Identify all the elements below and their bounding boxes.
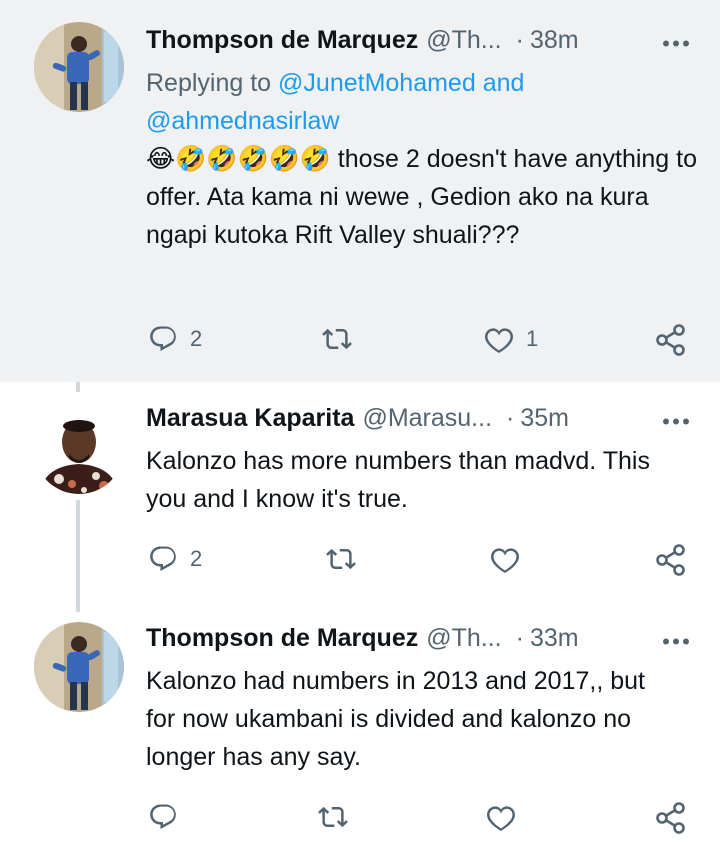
tweet-body: Replying to @JunetMohamed and @ahmednasi…	[146, 64, 702, 254]
avatar[interactable]	[34, 404, 124, 494]
share-icon	[656, 324, 685, 356]
timestamp[interactable]: 33m	[530, 624, 579, 653]
retweet-button[interactable]	[324, 544, 358, 574]
author-handle[interactable]: @Marasu...	[362, 404, 492, 433]
reply-icon	[150, 546, 176, 571]
avatar[interactable]	[34, 22, 124, 112]
reply-icon	[150, 804, 176, 829]
retweet-icon	[326, 548, 356, 570]
share-button[interactable]	[656, 324, 686, 356]
reply-count: 2	[190, 326, 203, 351]
like-count: 1	[526, 326, 539, 351]
author-handle[interactable]: @Th...	[426, 624, 501, 653]
tweet-text: Kalonzo has more numbers than madvd. Thi…	[146, 447, 650, 513]
heart-icon	[491, 548, 519, 573]
retweet-button[interactable]	[320, 324, 354, 354]
tweet-header: Thompson de Marquez @Th... · 38m	[146, 22, 690, 58]
tweet-header: Thompson de Marquez @Th... · 33m	[146, 620, 690, 656]
reply-button[interactable]: 2	[148, 324, 202, 354]
timestamp[interactable]: 35m	[520, 404, 569, 433]
share-icon	[656, 544, 685, 576]
emoji-run: 😂🤣🤣🤣🤣🤣	[146, 145, 331, 173]
tweet-text: 😂🤣🤣🤣🤣🤣 those 2 doesn't have anything to …	[146, 145, 698, 249]
reply-button[interactable]: 2	[148, 544, 202, 574]
retweet-icon	[318, 806, 348, 828]
reply-button[interactable]	[148, 802, 178, 832]
more-icon[interactable]	[662, 26, 690, 55]
author-name[interactable]: Thompson de Marquez	[146, 624, 418, 653]
mention-link[interactable]: @JunetMohamed	[278, 69, 476, 97]
tweet-highlighted[interactable]: Thompson de Marquez @Th... · 38m Replyin…	[0, 0, 720, 382]
tweet-header: Marasua Kaparita @Marasu... · 35m	[146, 400, 690, 436]
like-button[interactable]: 1	[484, 324, 538, 354]
separator-dot: ·	[515, 25, 524, 54]
share-button[interactable]	[656, 802, 686, 834]
more-icon[interactable]	[662, 624, 690, 653]
more-icon[interactable]	[662, 404, 690, 433]
reply-count: 2	[190, 546, 203, 571]
heart-icon	[485, 328, 513, 353]
avatar[interactable]	[34, 622, 124, 712]
retweet-button[interactable]	[316, 802, 350, 832]
replying-to: Replying to @JunetMohamed and @ahmednasi…	[146, 69, 525, 135]
author-name[interactable]: Marasua Kaparita	[146, 404, 354, 433]
separator-dot: ·	[515, 623, 524, 652]
tweet[interactable]: Marasua Kaparita @Marasu... · 35m Kalonz…	[0, 382, 720, 616]
retweet-icon	[322, 328, 352, 350]
like-button[interactable]	[490, 544, 520, 574]
tweet[interactable]: Thompson de Marquez @Th... · 33m Kalonzo…	[0, 616, 720, 842]
reply-icon	[150, 326, 176, 351]
heart-icon	[487, 806, 515, 831]
tweet-text: Kalonzo had numbers in 2013 and 2017,, b…	[146, 667, 645, 771]
author-handle[interactable]: @Th...	[426, 26, 501, 55]
separator-dot: ·	[506, 403, 515, 432]
share-icon	[656, 802, 685, 834]
like-button[interactable]	[486, 802, 516, 832]
share-button[interactable]	[656, 544, 686, 576]
author-name[interactable]: Thompson de Marquez	[146, 26, 418, 55]
mention-link[interactable]: @ahmednasirlaw	[146, 107, 340, 135]
timestamp[interactable]: 38m	[530, 26, 579, 55]
